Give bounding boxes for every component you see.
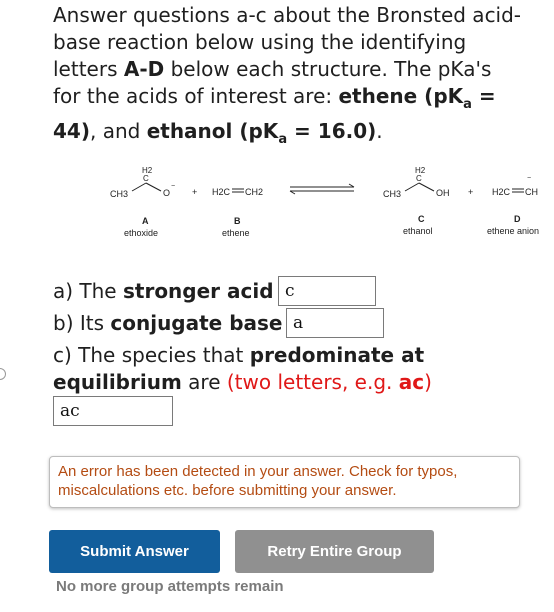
ethanol-c: C (416, 174, 422, 183)
label-A: A (142, 216, 149, 226)
structure-ethene: H2C CH2 B ethene (212, 187, 263, 238)
ethoxide-o: O (163, 188, 170, 198)
submit-answer-button[interactable]: Submit Answer (49, 530, 220, 573)
answer-a-input[interactable]: c (278, 276, 376, 306)
structure-ethoxide: CH3 H2 C O − A ethoxide (110, 166, 175, 238)
question-b: b) Its conjugate base is (53, 311, 305, 335)
name-ethene: ethene (222, 228, 250, 238)
ethene-anion-right: CH (525, 187, 538, 197)
retry-group-button[interactable]: Retry Entire Group (235, 530, 434, 573)
answer-c-input[interactable]: ac (53, 396, 173, 426)
name-ethoxide: ethoxide (124, 228, 158, 238)
equilibrium-arrow (289, 183, 355, 195)
label-B: B (234, 216, 241, 226)
svg-text:−: − (527, 175, 531, 182)
question-c: c) The species that predominate at equil… (53, 343, 432, 394)
reaction-scheme-drawing: CH3 H2 C O − A ethoxide + H2C CH2 B ethe… (110, 166, 539, 238)
structure-ethanol: CH3 H2 C OH C ethanol (383, 166, 450, 236)
ethene-left: H2C (212, 187, 231, 197)
structure-ethene-anion: H2C CH − D ethene anion (487, 175, 539, 236)
label-C: C (418, 214, 425, 224)
error-message: An error has been detected in your answe… (49, 456, 520, 508)
ethene-anion-left: H2C (492, 187, 511, 197)
plus-sign-2: + (468, 187, 473, 197)
name-ethene-anion: ethene anion (487, 226, 539, 236)
ethene-right: CH2 (245, 187, 263, 197)
ethoxide-ch3: CH3 (110, 189, 128, 199)
ethanol-oh: OH (436, 188, 450, 198)
name-ethanol: ethanol (403, 226, 433, 236)
attempts-status: No more group attempts remain (56, 578, 284, 595)
svg-text:−: − (171, 183, 175, 190)
question-a: a) The stronger acid is (53, 279, 296, 303)
reaction-scheme: CH3 H2 C O − A ethoxide + H2C CH2 B ethe… (0, 150, 554, 250)
question-intro: Answer questions a-c about the Bronsted … (53, 3, 522, 147)
ethanol-ch3: CH3 (383, 189, 401, 199)
side-tab[interactable] (0, 368, 6, 380)
ethoxide-c: C (143, 174, 149, 183)
label-D: D (514, 214, 521, 224)
plus-sign-1: + (192, 187, 197, 197)
answer-b-input[interactable]: a (286, 308, 384, 338)
